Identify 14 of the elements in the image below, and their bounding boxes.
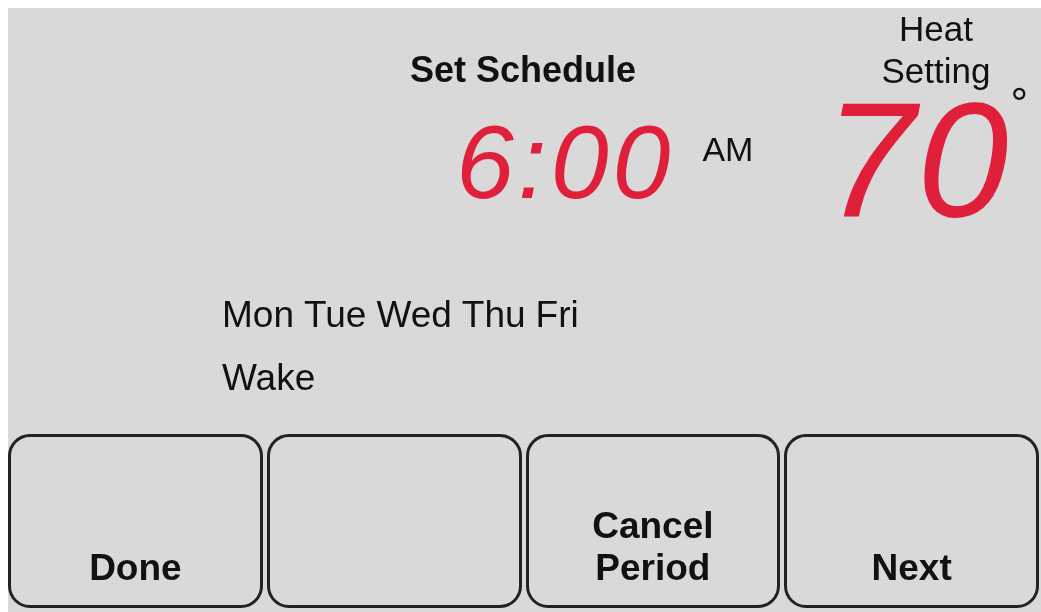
time-display: 6:00	[456, 110, 675, 214]
screen-button[interactable]: Cancel Period	[525, 434, 781, 608]
degree-symbol: °	[1010, 82, 1028, 126]
screen-button[interactable]: Next	[784, 434, 1039, 608]
day-label: Thu	[461, 296, 526, 333]
blank-button[interactable]	[266, 434, 522, 608]
day-label: Tue	[304, 296, 367, 333]
period-label: Wake	[222, 359, 317, 396]
screen-title: Set Schedule	[410, 52, 638, 88]
day-label: Mon	[222, 296, 294, 333]
day-label: Wed	[376, 296, 452, 333]
day-label: Fri	[535, 296, 579, 333]
am-pm-indicator: AM	[702, 132, 754, 166]
screen-button[interactable]: Done	[8, 434, 263, 608]
